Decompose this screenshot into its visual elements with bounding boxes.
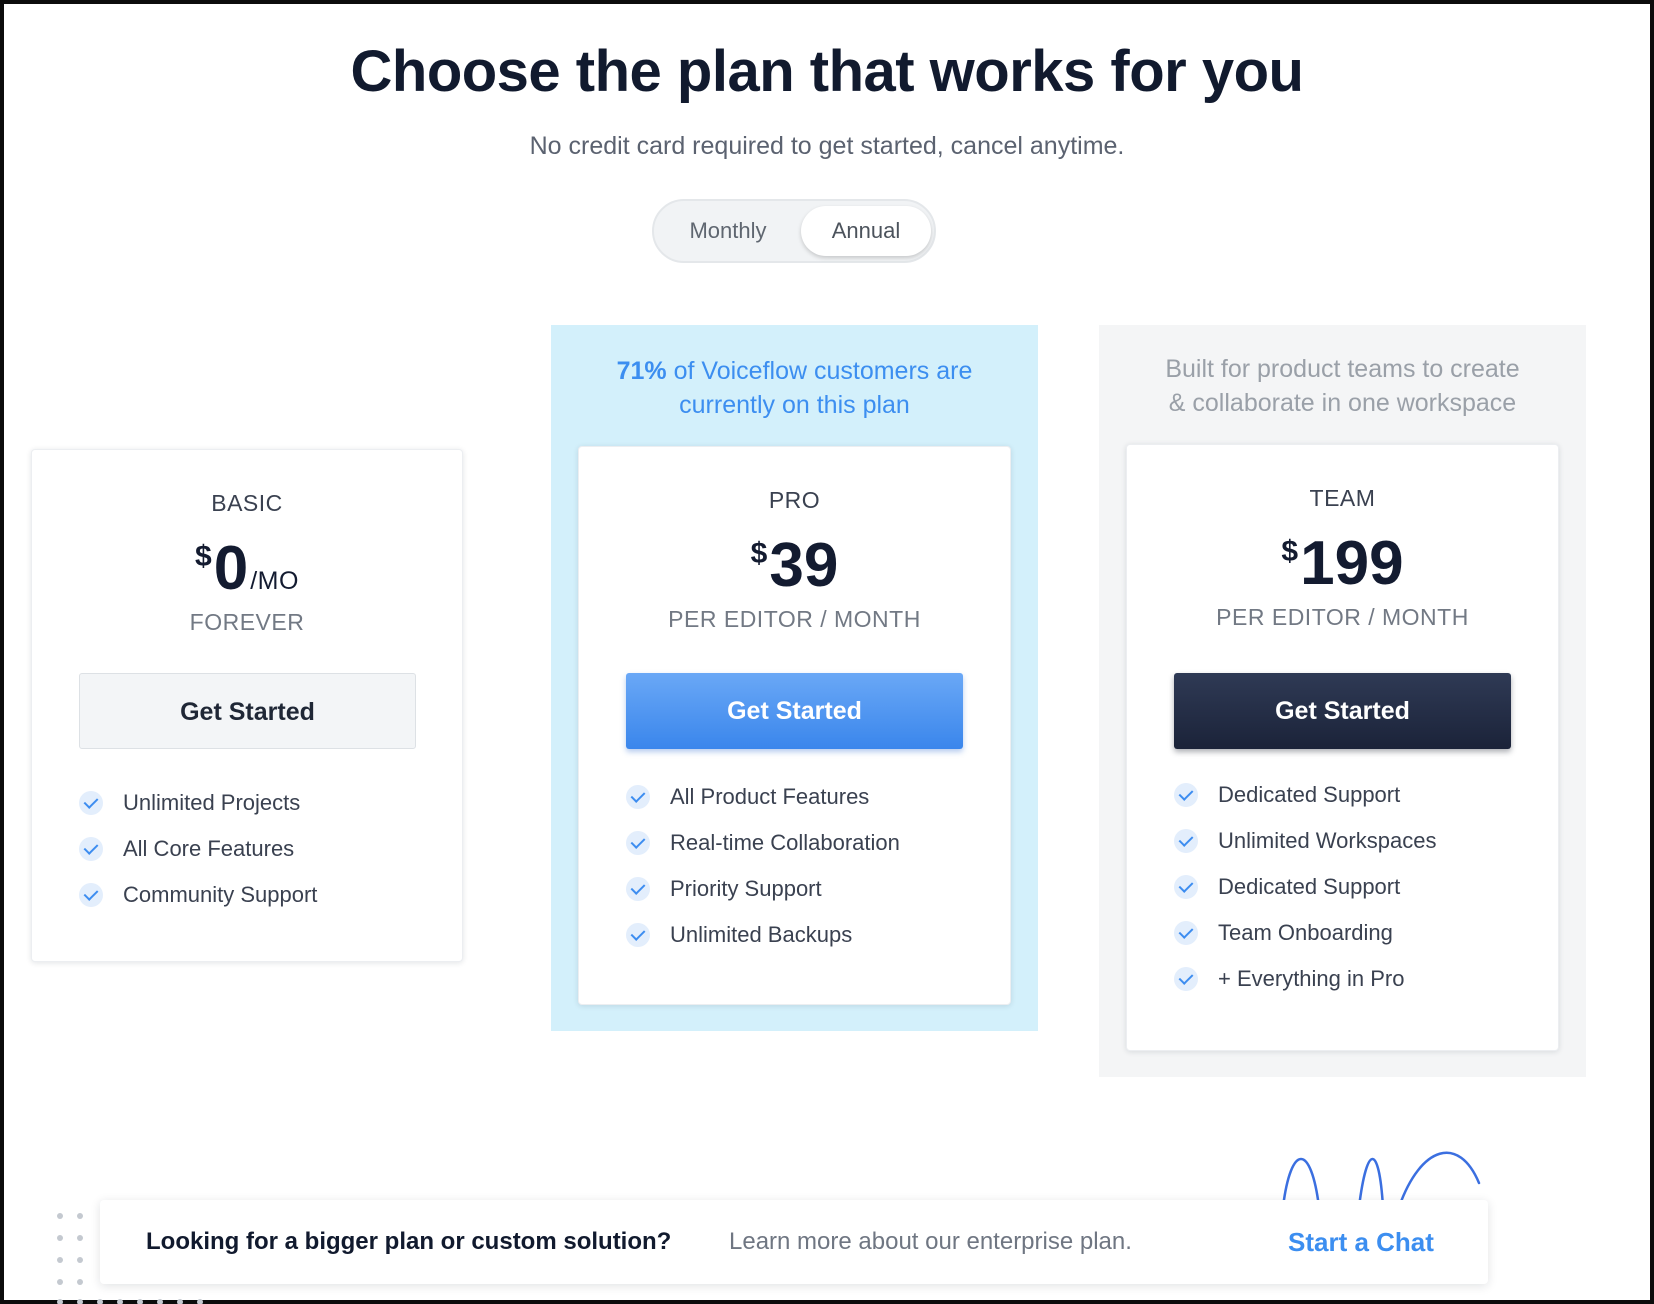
plan-card-basic: BASIC $0/MO FOREVER Get Started Unlimite… [31,449,463,962]
check-icon [79,883,103,907]
currency-symbol: $ [750,537,768,570]
check-icon [626,923,650,947]
feature-label: Unlimited Backups [670,922,853,947]
feature-item: Team Onboarding [1174,910,1436,956]
plan-name: BASIC [211,490,283,516]
feature-label: Unlimited Projects [123,790,301,815]
currency-symbol: $ [195,540,212,573]
feature-label: Dedicated Support [1218,782,1401,807]
plan-period: FOREVER [189,609,305,635]
get-started-button-basic[interactable]: Get Started [79,673,416,749]
team-plan-blurb-line2: & collaborate in one workspace [1168,389,1517,417]
feature-item: Real-time Collaboration [626,820,900,866]
get-started-button-pro[interactable]: Get Started [626,673,963,749]
feature-item: Community Support [79,872,317,918]
feature-item: All Product Features [626,774,900,820]
check-icon [626,877,650,901]
plan-name: TEAM [1309,485,1376,511]
enterprise-lead-text: Looking for a bigger plan or custom solu… [146,1228,672,1255]
check-icon [1174,783,1198,807]
plan-price: $39 [579,531,1010,601]
pro-plan-blurb: 71% of Voiceflow customers are currently… [551,354,1038,422]
enterprise-banner: Looking for a bigger plan or custom solu… [100,1200,1488,1284]
enterprise-more-text: Learn more about our enterprise plan. [729,1228,1132,1255]
currency-symbol: $ [1281,535,1299,568]
plan-card-team: TEAM $199 PER EDITOR / MONTH Get Started… [1126,444,1559,1051]
feature-item: + Everything in Pro [1174,956,1436,1002]
pro-plan-blurb-line1: of Voiceflow customers are [666,357,973,385]
check-icon [1174,967,1198,991]
price-amount: 0 [213,534,249,603]
feature-list-pro: All Product Features Real-time Collabora… [626,774,900,958]
feature-item: Unlimited Workspaces [1174,818,1436,864]
feature-label: All Product Features [670,784,870,809]
start-chat-link[interactable]: Start a Chat [1288,1200,1434,1284]
feature-label: Priority Support [670,876,822,901]
check-icon [1174,875,1198,899]
check-icon [79,791,103,815]
feature-label: Dedicated Support [1218,874,1401,899]
feature-item: Unlimited Projects [79,780,317,826]
feature-label: Community Support [123,882,318,907]
team-plan-blurb-line1: Built for product teams to create [1165,355,1520,383]
feature-label: Real-time Collaboration [670,830,900,855]
plan-period: PER EDITOR / MONTH [668,606,921,632]
price-amount: 39 [769,531,839,600]
billing-toggle[interactable]: Monthly Annual [652,199,936,263]
plan-card-pro: PRO $39 PER EDITOR / MONTH Get Started A… [578,446,1011,1005]
feature-label: Unlimited Workspaces [1218,828,1437,853]
pro-plan-blurb-percent: 71% [616,357,667,385]
plan-period: PER EDITOR / MONTH [1216,604,1469,630]
feature-label: Team Onboarding [1218,920,1393,945]
plan-price: $199 [1127,529,1558,599]
billing-option-monthly[interactable]: Monthly [664,201,792,261]
feature-item: All Core Features [79,826,317,872]
plan-price: $0/MO [32,534,462,604]
feature-item: Dedicated Support [1174,772,1436,818]
check-icon [626,785,650,809]
page-subtitle: No credit card required to get started, … [529,132,1125,160]
feature-label: + Everything in Pro [1218,966,1405,991]
feature-item: Unlimited Backups [626,912,900,958]
price-suffix: /MO [250,567,299,595]
feature-item: Dedicated Support [1174,864,1436,910]
get-started-button-team[interactable]: Get Started [1174,673,1511,749]
check-icon [1174,921,1198,945]
squiggle-icon [1281,1151,1481,1207]
check-icon [1174,829,1198,853]
feature-list-basic: Unlimited Projects All Core Features Com… [79,780,317,918]
plan-name: PRO [768,487,821,513]
billing-option-annual[interactable]: Annual [801,206,931,256]
check-icon [626,831,650,855]
price-amount: 199 [1300,529,1404,598]
page-title: Choose the plan that works for you [350,39,1304,104]
team-plan-blurb: Built for product teams to create & coll… [1099,352,1586,420]
feature-item: Priority Support [626,866,900,912]
feature-list-team: Dedicated Support Unlimited Workspaces D… [1174,772,1436,1002]
check-icon [79,837,103,861]
feature-label: All Core Features [123,836,295,861]
pro-plan-blurb-line2: currently on this plan [679,391,910,419]
